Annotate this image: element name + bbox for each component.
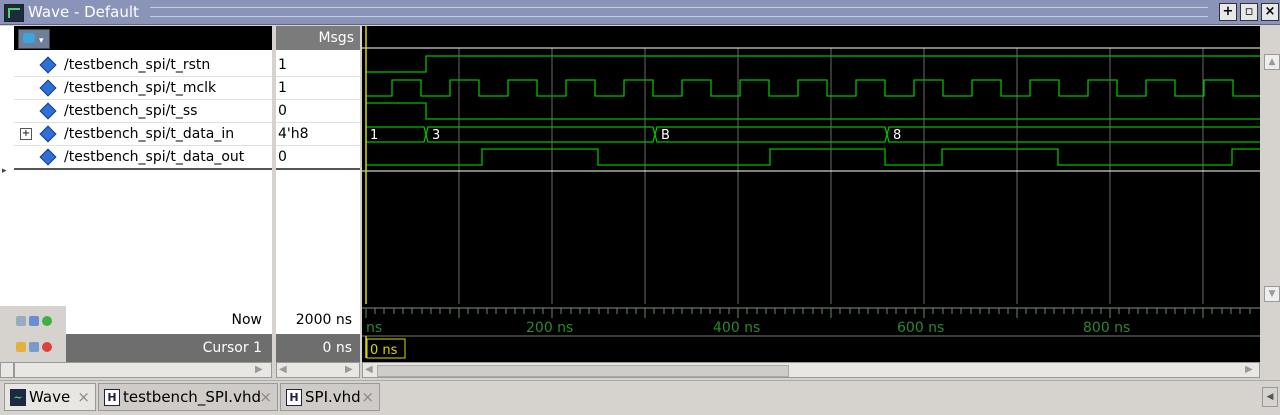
signal-icon: [39, 79, 57, 97]
wave-hscroll[interactable]: ◀ ▶: [362, 362, 1260, 378]
wave-data-in: [366, 126, 1260, 143]
cursor-label[interactable]: Cursor 1: [66, 334, 272, 362]
value-text: 0: [278, 149, 287, 165]
signal-row-rstn[interactable]: /testbench_spi/t_rstn: [14, 54, 272, 77]
value-ss: 0: [276, 100, 360, 123]
waveform-pane[interactable]: 1 3 B 8: [362, 26, 1260, 304]
vertical-scrollbar[interactable]: ▲ ▼: [1262, 26, 1280, 362]
time-tick-label: ns: [366, 320, 382, 336]
bus-label: B: [661, 128, 670, 143]
signal-row-mclk[interactable]: /testbench_spi/t_mclk: [14, 77, 272, 100]
tab-label: SPI.vhd: [305, 388, 361, 406]
time-axis-svg: ns 200 ns 400 ns 600 ns 800 ns 0 ns: [362, 307, 1260, 359]
names-header: ▾: [14, 26, 272, 50]
scroll-down-arrow[interactable]: ▼: [1264, 286, 1280, 302]
msgs-header: Msgs: [276, 26, 360, 50]
signal-name: /testbench_spi/t_mclk: [64, 80, 217, 96]
window-title: Wave - Default: [28, 3, 139, 21]
names-hscroll[interactable]: ▶: [14, 362, 272, 378]
title-bar: Wave - Default + ▫ ×: [0, 0, 1280, 25]
palette-menu-icon[interactable]: ▾: [18, 29, 50, 49]
signal-row-ss[interactable]: /testbench_spi/t_ss: [14, 100, 272, 123]
cursor-value[interactable]: 0 ns: [276, 334, 360, 362]
wave-icon: ~: [10, 389, 26, 406]
close-tab-icon[interactable]: ×: [259, 384, 272, 410]
tab-testbench-spi[interactable]: H testbench_SPI.vhd ×: [98, 383, 278, 411]
bus-label: 3: [432, 128, 440, 143]
undock-button[interactable]: ▫: [1240, 3, 1258, 21]
time-tick-label: 200 ns: [526, 320, 573, 336]
grid-lines: [365, 48, 1204, 304]
value-text: 0: [278, 103, 287, 119]
lock-cursor-icon[interactable]: [16, 342, 52, 355]
wave-data-out: [366, 148, 1260, 166]
vhdl-file-icon: H: [286, 389, 302, 406]
scroll-left-arrow[interactable]: ◀: [365, 364, 373, 375]
signal-list: /testbench_spi/t_rstn /testbench_spi/t_m…: [14, 50, 272, 170]
value-text: 1: [278, 57, 287, 73]
wave-window-icon: [4, 4, 24, 22]
bus-label: 8: [893, 128, 901, 143]
dock-button[interactable]: +: [1219, 3, 1237, 21]
time-tick-label: 600 ns: [897, 320, 944, 336]
vhdl-file-icon: H: [104, 389, 120, 406]
now-label: Now: [66, 306, 272, 334]
tab-spi[interactable]: H SPI.vhd ×: [280, 383, 380, 411]
wave-hscroll-thumb[interactable]: [377, 365, 789, 377]
value-data-out: 0: [276, 146, 360, 170]
signal-name: /testbench_spi/t_ss: [64, 103, 198, 119]
tab-label: testbench_SPI.vhd: [123, 388, 261, 406]
tab-bar: ~ Wave × H testbench_SPI.vhd × H SPI.vhd…: [0, 380, 1280, 415]
signal-name: /testbench_spi/t_data_out: [64, 149, 245, 165]
tab-wave[interactable]: ~ Wave ×: [4, 383, 96, 411]
close-tab-icon[interactable]: ×: [361, 384, 374, 410]
add-cursor-icon[interactable]: [16, 316, 52, 329]
wave-rstn: [366, 55, 1260, 73]
value-rstn: 1: [276, 54, 360, 77]
value-mclk: 1: [276, 77, 360, 100]
row-marker-icon: ▸: [2, 166, 7, 176]
value-data-in: 4'h8: [276, 123, 360, 146]
signal-name: /testbench_spi/t_rstn: [64, 57, 211, 73]
scroll-up-arrow[interactable]: ▲: [1264, 54, 1280, 70]
time-tick-label: 400 ns: [713, 320, 760, 336]
signal-icon: [39, 102, 57, 120]
time-axis-pane[interactable]: ns 200 ns 400 ns 600 ns 800 ns 0 ns: [362, 304, 1260, 362]
wave-ss: [366, 102, 1260, 120]
signal-icon: [39, 56, 57, 74]
values-hscroll[interactable]: ◀ ▶: [276, 362, 360, 378]
value-text: 4'h8: [278, 126, 309, 142]
cursor-time-readout: 0 ns: [370, 343, 398, 358]
signal-row-data-out[interactable]: /testbench_spi/t_data_out: [14, 146, 272, 170]
signal-icon: [39, 148, 57, 166]
scroll-right-arrow[interactable]: ▶: [1245, 364, 1253, 375]
close-tab-icon[interactable]: ×: [77, 384, 90, 410]
title-drag-handle[interactable]: [150, 7, 1208, 17]
bus-label: 1: [370, 128, 378, 143]
signal-row-data-in[interactable]: + /testbench_spi/t_data_in: [14, 123, 272, 146]
time-tick-label: 800 ns: [1083, 320, 1130, 336]
signal-icon: [39, 125, 57, 143]
tab-scroll-icon[interactable]: ◀: [1262, 387, 1278, 407]
tab-label: Wave: [29, 388, 71, 406]
left-hscroll[interactable]: [0, 362, 14, 378]
value-text: 1: [278, 80, 287, 96]
now-value: 2000 ns: [276, 306, 360, 334]
signal-name: /testbench_spi/t_data_in: [64, 126, 235, 142]
expand-icon[interactable]: +: [20, 128, 32, 140]
waveform-svg: 1 3 B 8: [362, 26, 1260, 304]
wave-mclk: [366, 79, 1260, 97]
close-button[interactable]: ×: [1261, 3, 1279, 21]
